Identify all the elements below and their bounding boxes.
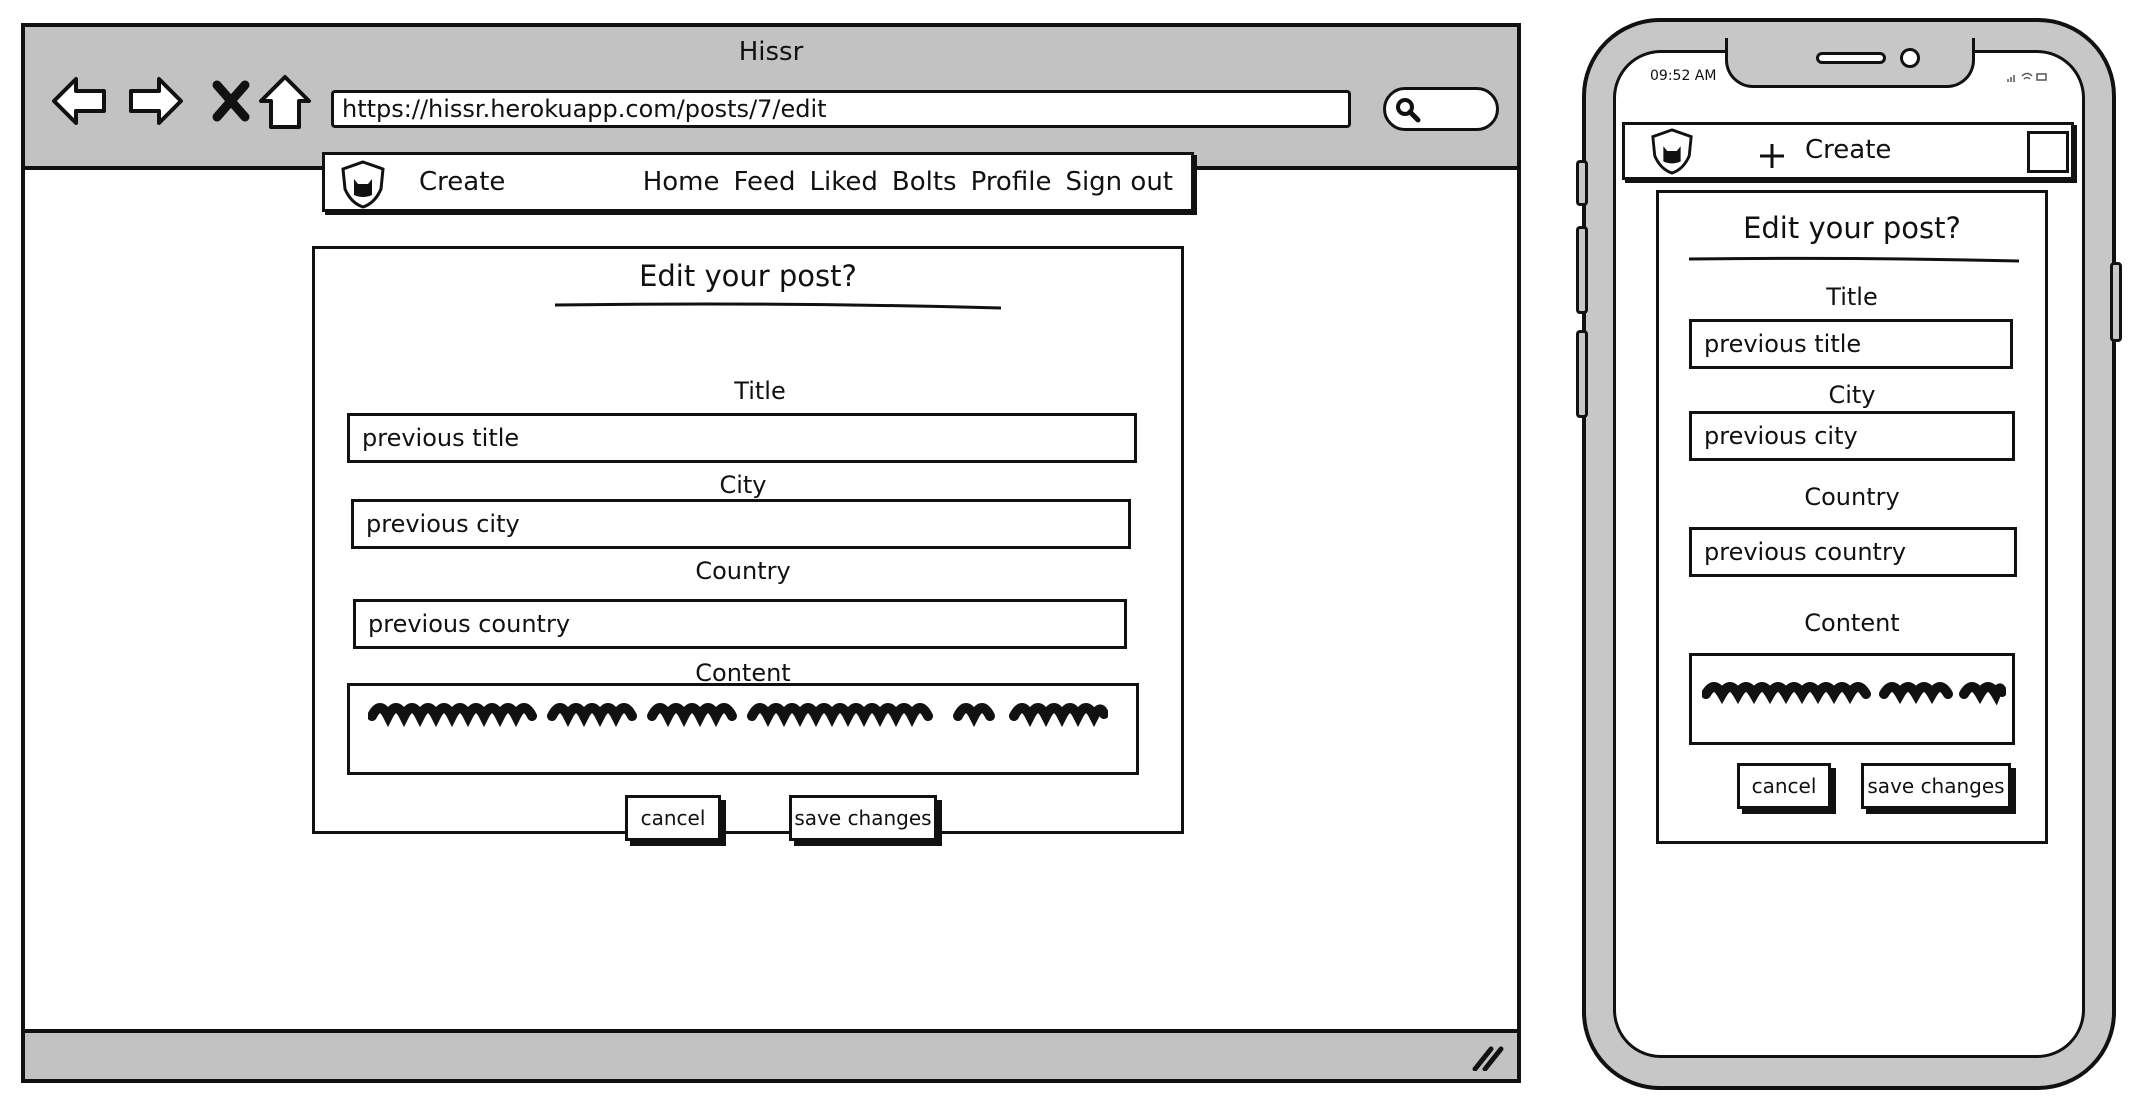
phone-title-input[interactable]: previous title (1689, 319, 2013, 369)
phone-silent-switch (1576, 160, 1588, 206)
phone-camera (1900, 48, 1920, 68)
forward-arrow-icon[interactable] (125, 71, 185, 131)
browser-status-bar (25, 1029, 1517, 1079)
nav-link-home[interactable]: Home (643, 167, 720, 197)
phone-scribbled-text (1702, 682, 2006, 706)
back-arrow-icon[interactable] (50, 71, 110, 131)
search-icon (1396, 98, 1421, 123)
phone-time: 09:52 AM (1650, 68, 1717, 84)
form-heading: Edit your post? (639, 259, 857, 293)
nav-link-sign-out[interactable]: Sign out (1065, 167, 1173, 197)
status-icons (2007, 72, 2047, 82)
city-input[interactable]: previous city (351, 499, 1131, 549)
home-icon[interactable] (255, 71, 315, 131)
browser-search-box[interactable] (1383, 87, 1499, 131)
country-input[interactable]: previous country (353, 599, 1127, 649)
heading-underline (554, 302, 1002, 310)
phone-power-button (2110, 262, 2122, 342)
title-label: Title (734, 377, 786, 405)
phone-volume-down (1576, 330, 1588, 418)
phone-heading-underline (1688, 256, 2020, 263)
browser-chrome: Hissr https://hissr.herokuapp.com/posts/… (25, 27, 1517, 170)
phone-form-heading: Edit your post? (1743, 211, 1961, 245)
phone-save-changes-button[interactable]: save changes (1861, 763, 2011, 809)
phone-app-header: Create (1622, 122, 2074, 180)
edit-post-form: Edit your post? Title previous title Cit… (312, 246, 1184, 841)
nav-link-profile[interactable]: Profile (971, 167, 1052, 197)
phone-city-input[interactable]: previous city (1689, 411, 2015, 461)
scribbled-text (368, 703, 1108, 728)
url-bar[interactable]: https://hissr.herokuapp.com/posts/7/edit (331, 90, 1351, 128)
phone-content-textarea[interactable] (1689, 653, 2015, 745)
plus-icon[interactable] (1757, 141, 1787, 171)
phone-volume-up (1576, 226, 1588, 314)
nav-link-liked[interactable]: Liked (810, 167, 878, 197)
nav-links: Home Feed Liked Bolts Profile Sign out (643, 167, 1173, 197)
resize-grip-icon[interactable] (1471, 1043, 1505, 1071)
cat-shield-logo[interactable] (339, 159, 387, 213)
phone-cancel-button[interactable]: cancel (1737, 763, 1831, 809)
nav-link-bolts[interactable]: Bolts (892, 167, 957, 197)
menu-toggle-button[interactable] (2027, 131, 2069, 173)
phone-city-label: City (1828, 381, 1876, 409)
cancel-button[interactable]: cancel (625, 795, 721, 841)
phone-edit-post-form: Edit your post? Title previous title Cit… (1656, 190, 2048, 844)
phone-content-label: Content (1804, 609, 1900, 637)
window-title: Hissr (738, 37, 804, 67)
phone-country-label: Country (1804, 483, 1900, 511)
country-label: Country (695, 557, 791, 585)
stop-x-icon[interactable] (201, 71, 261, 131)
phone-speaker (1816, 52, 1886, 64)
nav-link-feed[interactable]: Feed (734, 167, 796, 197)
save-changes-button[interactable]: save changes (789, 795, 937, 841)
cat-shield-logo[interactable] (1649, 125, 1695, 181)
phone-title-label: Title (1826, 283, 1878, 311)
title-input[interactable]: previous title (347, 413, 1137, 463)
site-navbar: Create Home Feed Liked Bolts Profile Sig… (322, 152, 1194, 212)
create-link[interactable]: Create (419, 167, 505, 197)
city-label: City (719, 471, 767, 499)
phone-notch (1725, 38, 1975, 88)
phone-country-input[interactable]: previous country (1689, 527, 2017, 577)
phone-create-link[interactable]: Create (1805, 135, 1891, 165)
content-textarea[interactable] (347, 683, 1139, 775)
